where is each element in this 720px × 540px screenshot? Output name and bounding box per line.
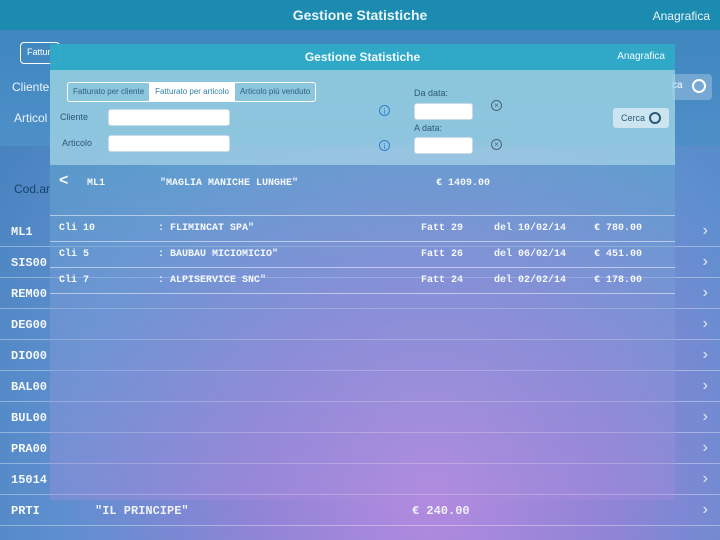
chevron-right-icon: ›: [700, 377, 710, 395]
statistics-modal: Gestione Statistiche Anagrafica Fatturat…: [50, 44, 675, 500]
row-amount: € 240.00: [412, 504, 470, 518]
info-icon[interactable]: i: [379, 140, 390, 151]
divider: [50, 190, 675, 216]
info-icon[interactable]: i: [379, 105, 390, 116]
row-code: PRTI: [11, 504, 40, 518]
modal-title: Gestione Statistiche: [304, 50, 421, 64]
row-amount: € 178.00: [594, 275, 643, 286]
da-data-label: Da data:: [414, 88, 449, 98]
row-client: Cli 10: [59, 223, 96, 234]
row-code: DIO00: [11, 349, 48, 363]
row-description: "IL PRINCIPE": [95, 504, 189, 518]
chevron-right-icon: ›: [700, 439, 710, 457]
background-header: Gestione Statistiche Anagrafica: [0, 0, 720, 30]
row-invoice: Fatt 24: [421, 275, 464, 286]
cerca-button[interactable]: Cerca: [613, 108, 669, 128]
background-articolo-label: Articol: [14, 111, 48, 125]
row-client-name: : BAUBAU MICIOMICIO": [158, 249, 279, 260]
row-client-name: : FLIMINCAT SPA": [158, 223, 255, 234]
row-code: BAL00: [11, 380, 48, 394]
background-anagrafica-link[interactable]: Anagrafica: [653, 9, 710, 23]
chevron-right-icon: ›: [700, 470, 710, 488]
clear-icon[interactable]: ×: [491, 139, 502, 150]
search-icon: [692, 79, 706, 93]
row-date: del 10/02/14: [494, 223, 567, 234]
tab-articolo-piu-venduto[interactable]: Articolo più venduto: [235, 83, 315, 101]
background-cliente-label: Cliente: [12, 80, 50, 94]
invoice-row[interactable]: Cli 5 : BAUBAU MICIOMICIO" Fatt 26 del 0…: [50, 242, 675, 268]
background-column-header: Cod.ar: [14, 182, 51, 196]
search-icon: [649, 112, 661, 124]
a-data-label: A data:: [414, 123, 443, 133]
row-code: ML1: [11, 225, 33, 239]
clear-icon[interactable]: ×: [491, 100, 502, 111]
a-data-input[interactable]: [414, 137, 473, 154]
row-code: PRA00: [11, 442, 48, 456]
articolo-label: Articolo: [62, 138, 93, 148]
cerca-label: Cerca: [621, 113, 646, 123]
selected-article-description: "MAGLIA MANICHE LUNGHE": [160, 178, 299, 189]
row-code: REM00: [11, 287, 48, 301]
row-client-name: : ALPISERVICE SNC": [158, 275, 267, 286]
cliente-label: Cliente: [60, 112, 89, 122]
chevron-right-icon: ›: [700, 253, 710, 271]
row-code: DEG00: [11, 318, 48, 332]
background-search-button[interactable]: ca: [672, 74, 712, 100]
chevron-right-icon: ›: [700, 408, 710, 426]
row-amount: € 780.00: [594, 223, 643, 234]
invoice-row[interactable]: Cli 7 : ALPISERVICE SNC" Fatt 24 del 02/…: [50, 268, 675, 294]
chevron-right-icon: ›: [700, 284, 710, 302]
selected-article-total: € 1409.00: [436, 178, 491, 189]
row-code: SIS00: [11, 256, 48, 270]
chevron-right-icon: ›: [700, 222, 710, 240]
row-code: 15014: [11, 473, 48, 487]
background-title: Gestione Statistiche: [292, 7, 428, 23]
row-code: BUL00: [11, 411, 48, 425]
tab-fatturato-cliente[interactable]: Fatturato per cliente: [68, 83, 151, 101]
da-data-input[interactable]: [414, 103, 473, 120]
row-amount: € 451.00: [594, 249, 643, 260]
row-date: del 06/02/14: [494, 249, 567, 260]
tab-fatturato-articolo[interactable]: Fatturato per articolo: [150, 83, 235, 101]
selected-article-code: ML1: [87, 178, 106, 189]
tab-bar: Fatturato per cliente Fatturato per arti…: [67, 82, 317, 102]
back-icon[interactable]: <: [59, 172, 68, 190]
cliente-input[interactable]: [108, 109, 230, 126]
row-client: Cli 7: [59, 275, 90, 286]
row-client: Cli 5: [59, 249, 90, 260]
chevron-right-icon: ›: [700, 501, 710, 519]
row-invoice: Fatt 29: [421, 223, 464, 234]
invoice-row[interactable]: Cli 10 : FLIMINCAT SPA" Fatt 29 del 10/0…: [50, 216, 675, 242]
articolo-input[interactable]: [108, 135, 230, 152]
modal-header: Gestione Statistiche Anagrafica: [50, 44, 675, 70]
row-date: del 02/02/14: [494, 275, 567, 286]
row-invoice: Fatt 26: [421, 249, 464, 260]
anagrafica-link[interactable]: Anagrafica: [617, 51, 665, 62]
chevron-right-icon: ›: [700, 346, 710, 364]
chevron-right-icon: ›: [700, 315, 710, 333]
